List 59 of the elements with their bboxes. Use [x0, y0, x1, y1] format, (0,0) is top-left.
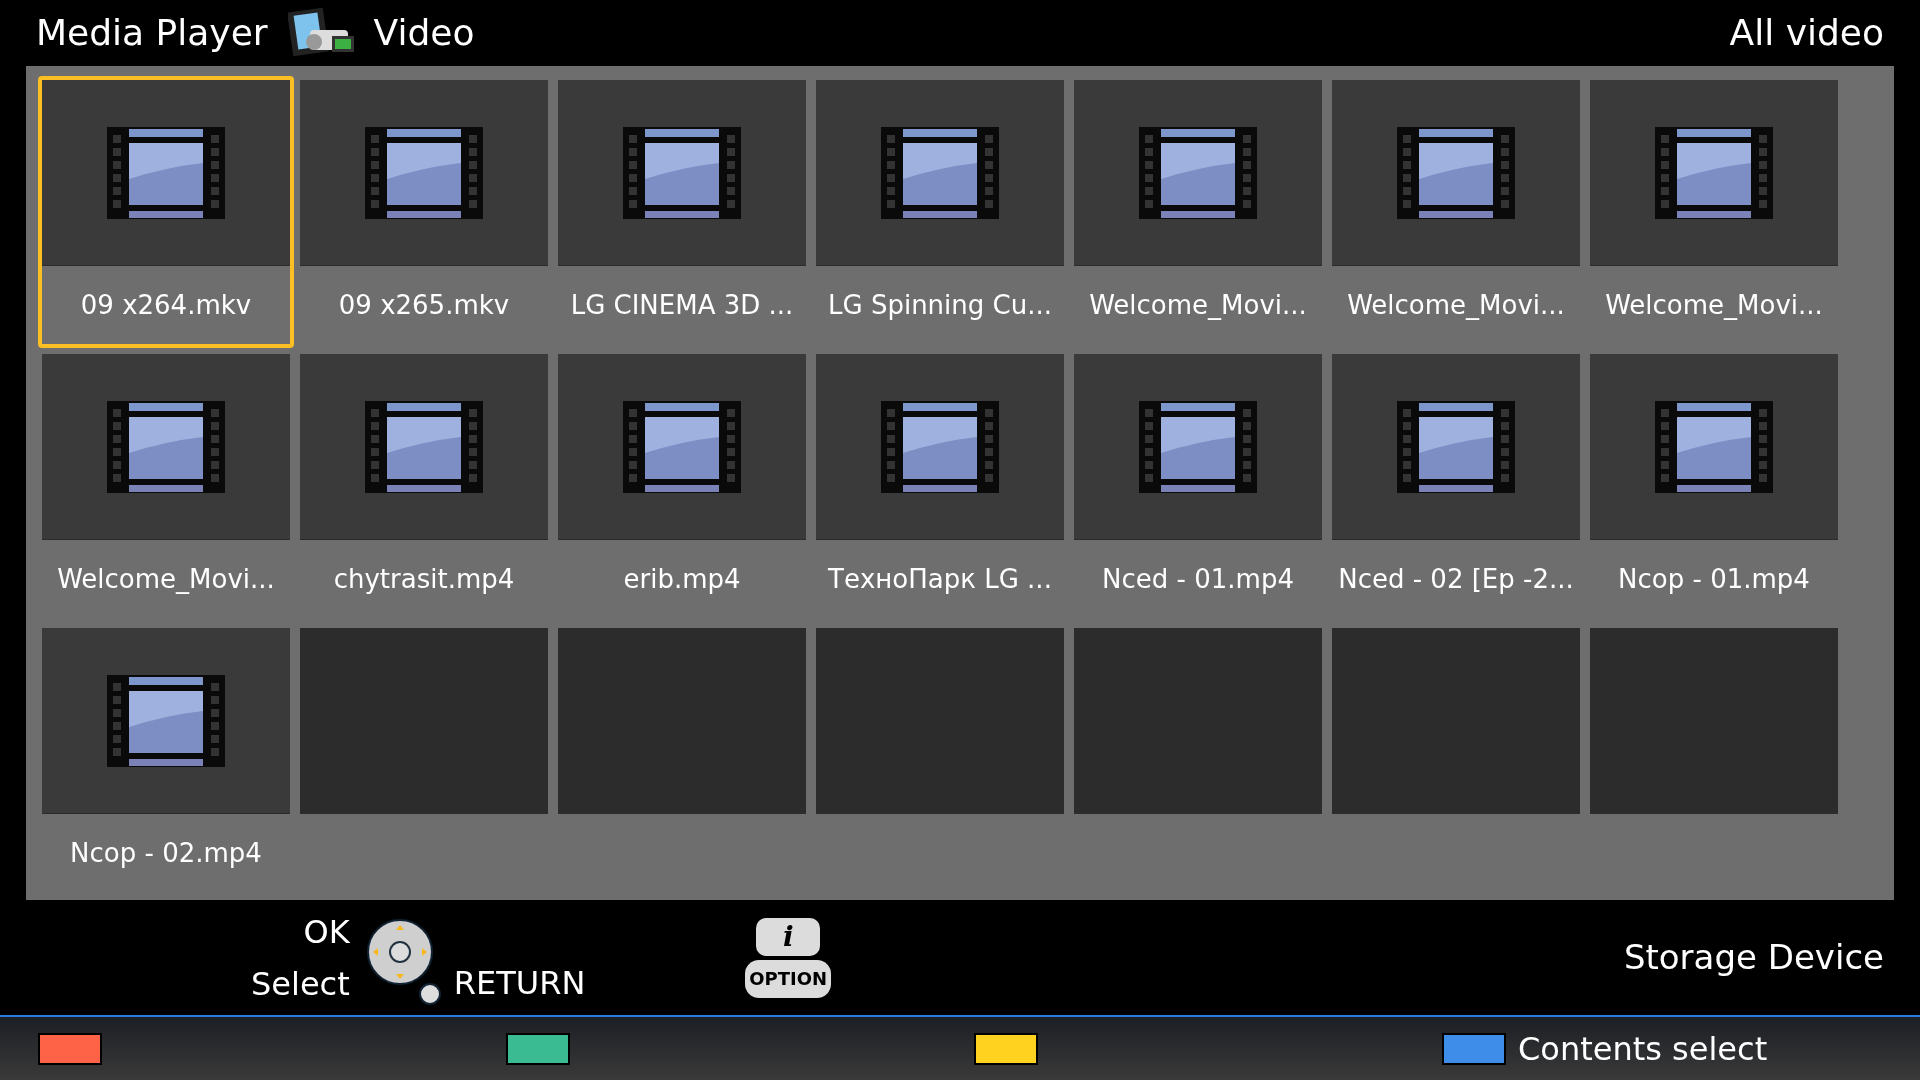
film-icon [1397, 126, 1515, 219]
video-tile[interactable]: Ncop - 01.mp4 [1590, 354, 1838, 618]
film-icon [623, 126, 741, 219]
ok-label: OK [303, 911, 350, 953]
file-name: LG Spinning Cu... [828, 288, 1052, 322]
file-name: Nced - 02 [Ep -2... [1338, 562, 1574, 596]
file-name: ТехноПарк LG ... [828, 562, 1052, 596]
video-tile[interactable]: LG Spinning Cu... [816, 80, 1064, 344]
return-label: RETURN [453, 963, 586, 1004]
key-label: Contents select [1518, 1028, 1768, 1070]
video-tile[interactable]: Welcome_Movi... [1074, 80, 1322, 344]
color-key[interactable] [506, 1032, 570, 1065]
color-key[interactable] [974, 1032, 1038, 1065]
file-name: Welcome_Movi... [57, 562, 275, 596]
file-name: 09 x264.mkv [80, 288, 252, 322]
file-name: LG CINEMA 3D ... [570, 288, 794, 322]
film-icon [623, 400, 741, 493]
file-name: erib.mp4 [623, 562, 741, 596]
file-name: Welcome_Movi... [1089, 288, 1307, 322]
color-key[interactable] [38, 1032, 102, 1065]
video-tile[interactable]: LG CINEMA 3D ... [558, 80, 806, 344]
info-key: i [756, 917, 821, 956]
film-icon [1655, 400, 1773, 493]
app-title: Media Player [36, 11, 268, 55]
video-tile[interactable]: Ncop - 02.mp4 [42, 628, 290, 892]
video-tile[interactable]: Welcome_Movi... [1590, 80, 1838, 344]
color-key[interactable] [1442, 1032, 1506, 1065]
file-name: Ncop - 01.mp4 [1618, 562, 1810, 596]
file-name: Ncop - 02.mp4 [70, 836, 262, 870]
video-tile[interactable]: ТехноПарк LG ... [816, 354, 1064, 618]
video-tile[interactable]: 09 x264.mkv [38, 76, 294, 348]
film-icon [1655, 126, 1773, 219]
film-icon [881, 400, 999, 493]
film-icon [1139, 126, 1257, 219]
section-title: Video [373, 11, 475, 55]
file-name: 09 x265.mkv [338, 288, 510, 322]
film-icon [107, 400, 225, 493]
film-icon [107, 126, 225, 219]
file-name: Welcome_Movi... [1605, 288, 1823, 322]
film-icon [1139, 400, 1257, 493]
video-tile[interactable]: Welcome_Movi... [1332, 80, 1580, 344]
film-icon [107, 674, 225, 767]
select-label: Select [251, 963, 350, 1005]
video-tile[interactable]: chytrasit.mp4 [300, 354, 548, 618]
file-name: chytrasit.mp4 [333, 562, 515, 596]
storage-device-label: Storage Device [1623, 936, 1884, 979]
video-tile[interactable]: erib.mp4 [558, 354, 806, 618]
video-tile[interactable]: 09 x265.mkv [300, 80, 548, 344]
filter-label: All video [1729, 11, 1884, 55]
video-tile[interactable]: Nced - 01.mp4 [1074, 354, 1322, 618]
film-icon [1397, 400, 1515, 493]
film-icon [365, 400, 483, 493]
film-icon [365, 126, 483, 219]
file-name: Nced - 01.mp4 [1102, 562, 1294, 596]
film-icon [881, 126, 999, 219]
option-key: OPTION [745, 959, 832, 998]
video-tile[interactable]: Nced - 02 [Ep -2... [1332, 354, 1580, 618]
file-name: Welcome_Movi... [1347, 288, 1565, 322]
video-tile[interactable]: Welcome_Movi... [42, 354, 290, 618]
